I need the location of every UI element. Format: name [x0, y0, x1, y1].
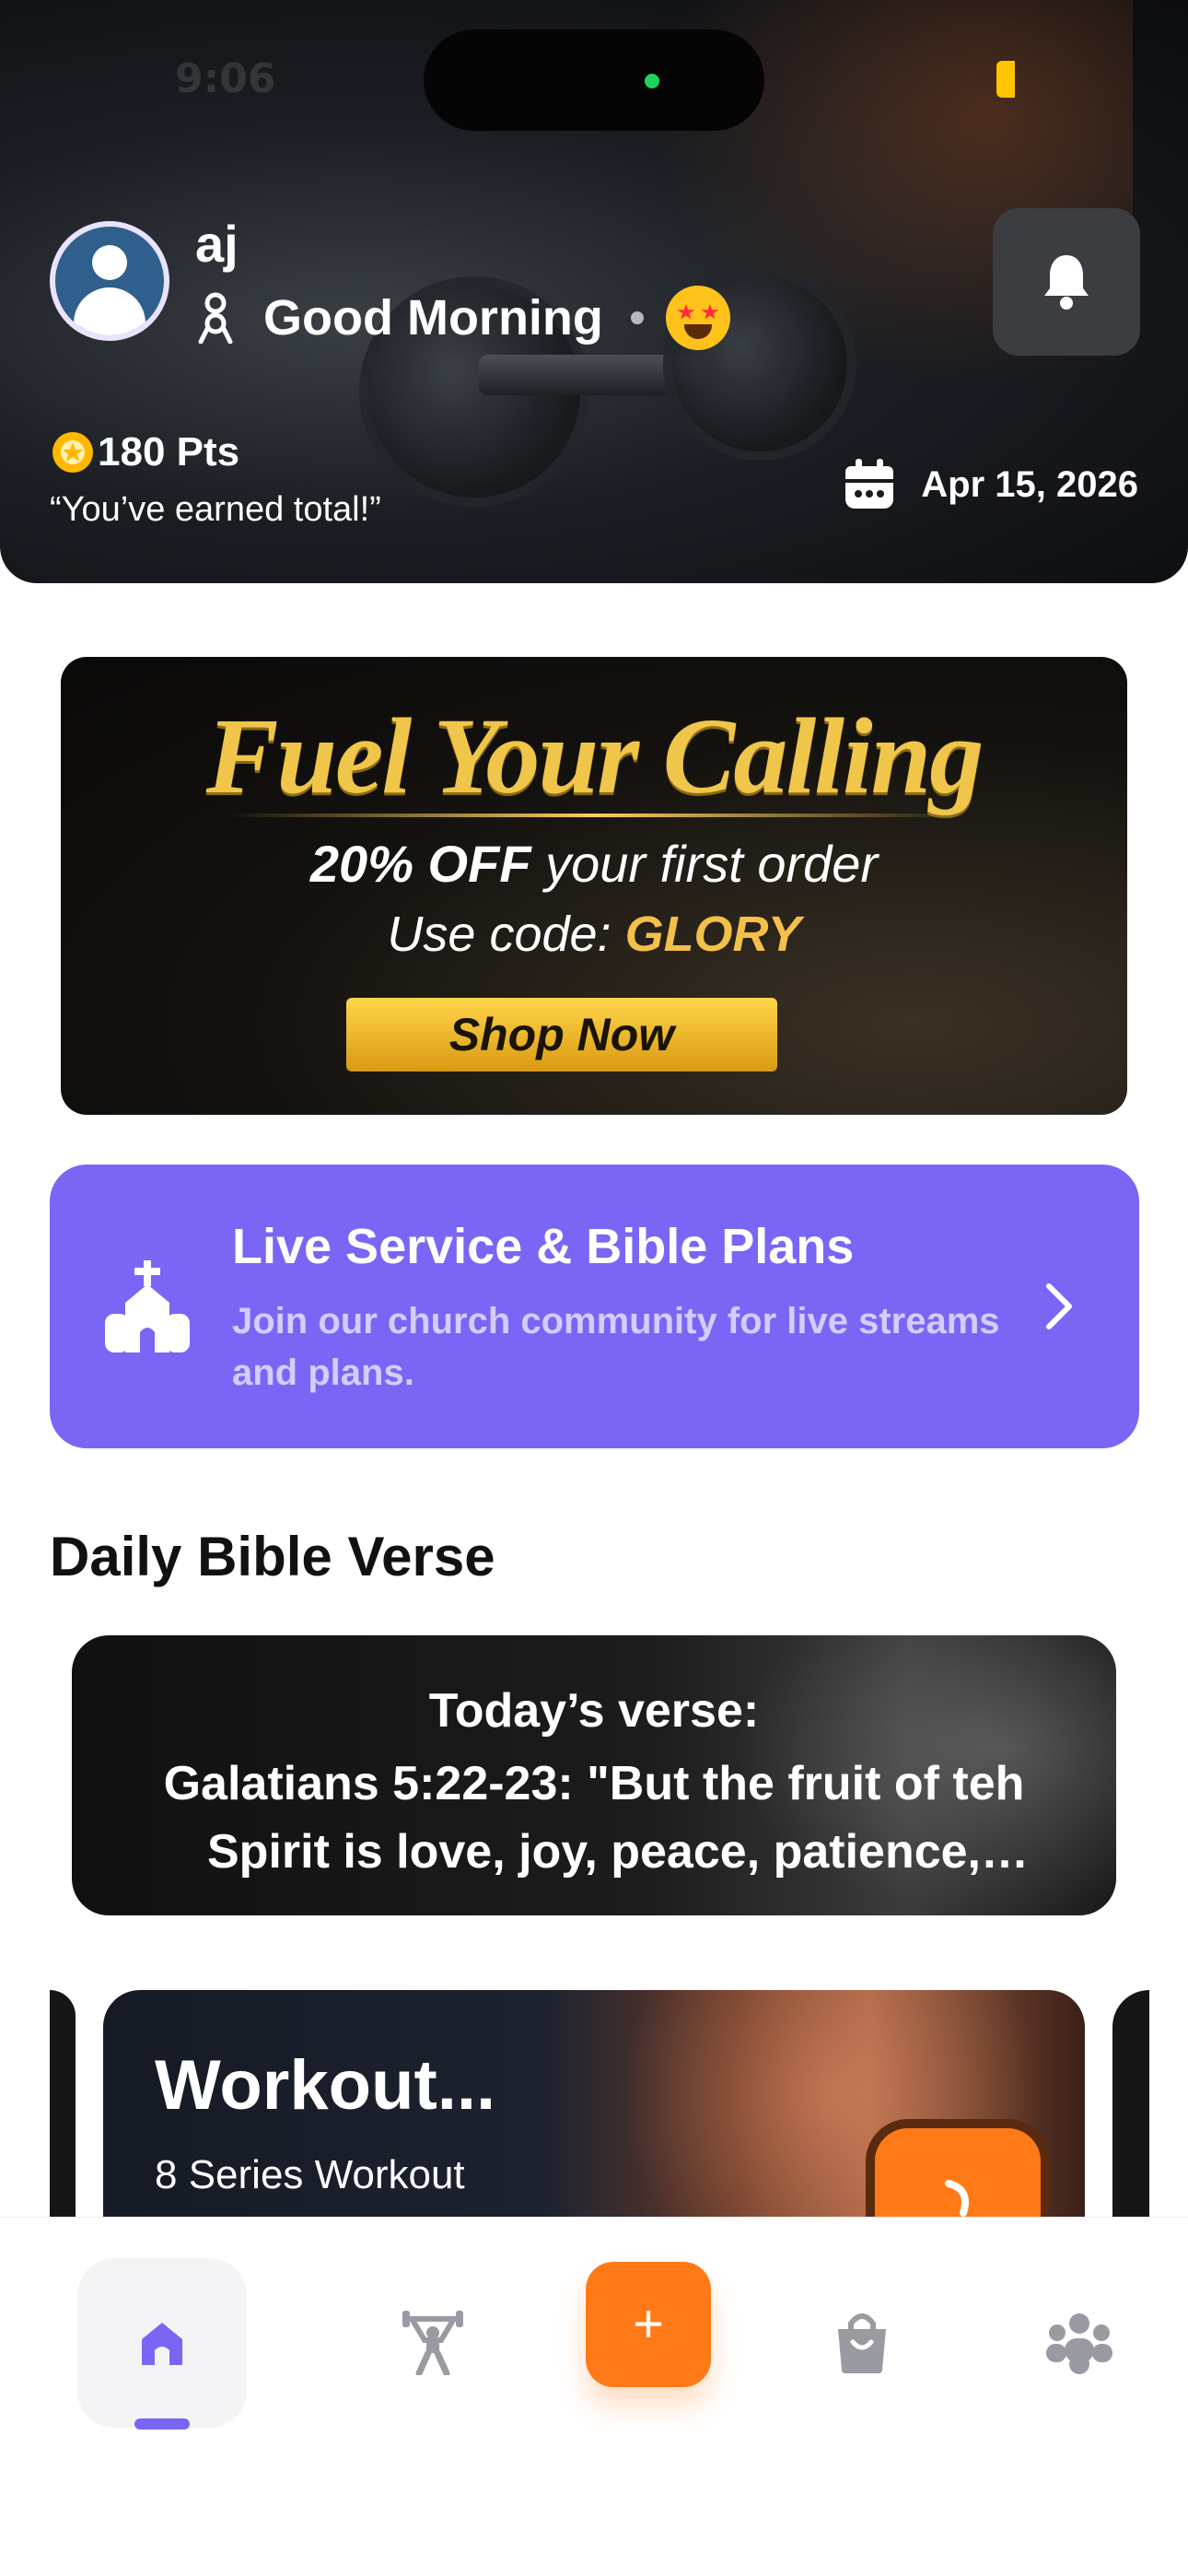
avatar-body — [74, 287, 146, 335]
promo-discount-line: 20% OFF your first order — [61, 834, 1127, 894]
nav-community[interactable] — [1033, 2297, 1125, 2389]
promo-code: GLORY — [624, 907, 801, 962]
calendar-icon — [842, 457, 897, 512]
arrow-icon — [945, 2180, 969, 2217]
live-service-title: Live Service & Bible Plans — [232, 1219, 855, 1274]
greeting-text: Good Morning — [263, 290, 603, 345]
star-badge-icon — [50, 429, 96, 475]
daily-verse-section-title: Daily Bible Verse — [50, 1526, 495, 1587]
dynamic-island — [424, 29, 764, 131]
notification-button[interactable] — [993, 208, 1140, 356]
promo-title: Fuel Your Calling — [205, 696, 984, 816]
bell-icon — [1044, 255, 1089, 310]
header-panel: 9:06 aj Good Morning 180 Pts “You’ve ear… — [0, 0, 1188, 583]
live-service-card[interactable]: Live Service & Bible Plans Join our chur… — [50, 1165, 1139, 1448]
next-workout-card[interactable] — [1112, 1990, 1149, 2217]
add-button[interactable]: + — [586, 2262, 711, 2387]
points-row: 180 Pts — [50, 429, 239, 475]
plus-icon: + — [633, 2294, 664, 2354]
star-struck-emoji — [665, 286, 730, 350]
community-icon — [1046, 2313, 1112, 2374]
promo-banner[interactable]: Fuel Your Calling 20% OFF your first ord… — [61, 657, 1127, 1115]
promo-code-line: Use code: GLORY — [61, 906, 1127, 963]
status-time: 9:06 — [175, 55, 276, 102]
verse-heading: Today’s verse: — [428, 1684, 760, 1738]
live-service-description: Join our church community for live strea… — [232, 1301, 1000, 1393]
battery-icon — [996, 61, 1015, 98]
active-tab-indicator — [134, 2418, 190, 2430]
date-row: Apr 15, 2026 — [842, 457, 1138, 512]
promo-divider — [227, 814, 963, 817]
home-icon — [142, 2323, 182, 2365]
promo-code-label: Use code: — [387, 907, 611, 962]
workout-start-button[interactable] — [866, 2119, 1050, 2217]
workout-card[interactable]: Workout... 8 Series Workout — [103, 1990, 1085, 2217]
separator-dot — [630, 311, 644, 324]
greeting-row: Good Morning — [195, 286, 730, 350]
nav-shop[interactable] — [816, 2297, 908, 2389]
nav-home[interactable] — [116, 2297, 208, 2389]
camera-indicator — [645, 74, 659, 88]
verse-text: Galatians 5:22-23: "But the fruit of teh… — [163, 1757, 1025, 1879]
shop-now-button[interactable]: Shop Now — [346, 998, 777, 1071]
avatar-head — [92, 245, 127, 280]
user-name: aj — [195, 215, 239, 273]
promo-discount: 20% OFF — [309, 835, 531, 893]
avatar[interactable] — [50, 221, 169, 341]
nav-workouts[interactable] — [387, 2297, 479, 2389]
previous-workout-card[interactable] — [50, 1990, 76, 2217]
bottom-navigation: + — [0, 2217, 1188, 2576]
workout-title: Workout... — [155, 2046, 496, 2125]
points-caption: “You’ve earned total!” — [50, 490, 381, 529]
shopping-bag-icon — [838, 2313, 886, 2373]
promo-discount-rest: your first order — [545, 835, 879, 893]
workout-subtitle: 8 Series Workout — [155, 2152, 465, 2197]
church-icon — [105, 1260, 190, 1352]
workout-carousel[interactable]: Workout... 8 Series Workout — [0, 1990, 1188, 2217]
chevron-right-icon — [1046, 1283, 1072, 1329]
daily-verse-card[interactable]: Today’s verse: Galatians 5:22-23: "But t… — [72, 1635, 1116, 1915]
ribbon-icon — [195, 292, 236, 345]
points-value: 180 Pts — [98, 429, 240, 474]
app-screen: 9:06 aj Good Morning 180 Pts “You’ve ear… — [0, 0, 1188, 2576]
weightlifting-icon — [402, 2311, 463, 2375]
date-text: Apr 15, 2026 — [921, 463, 1138, 505]
